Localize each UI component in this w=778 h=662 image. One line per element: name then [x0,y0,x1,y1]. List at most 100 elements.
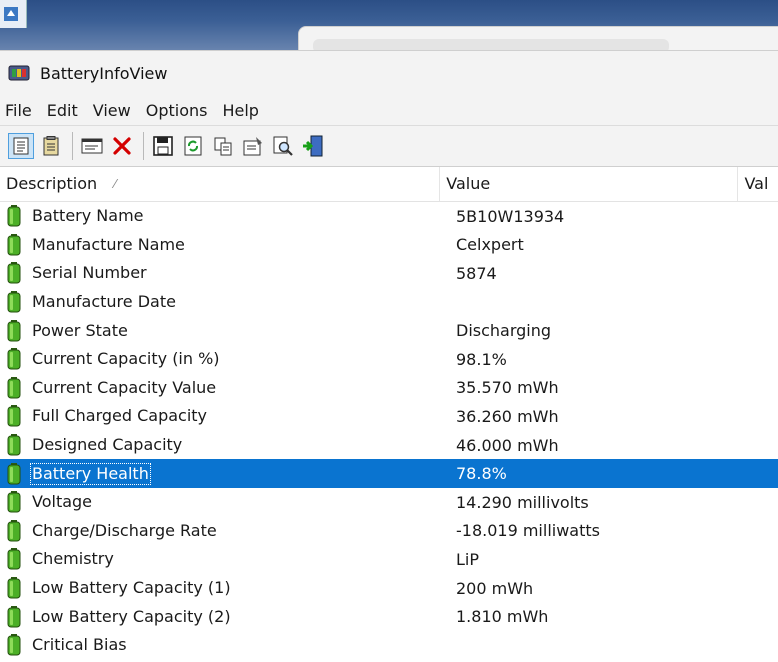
row-description-cell: Battery Health [0,459,446,488]
toolbar-separator [72,132,73,160]
row-value: 5874 [456,263,497,283]
row-description-cell: Manufacture Date [0,288,446,317]
row-value: 36.260 mWh [456,406,559,426]
window-title: BatteryInfoView [40,63,168,83]
row-value [446,288,776,317]
menu-help[interactable]: Help [216,101,267,120]
column-header-value-2[interactable]: Val [738,167,778,201]
column-header-value-2-label: Val [744,174,769,193]
battery-icon [7,205,21,227]
row-value: Discharging [456,321,552,341]
battery-icon [7,376,21,399]
find-icon[interactable] [270,133,296,159]
column-header-description-label: Description [6,174,98,193]
battery-icon [7,519,21,542]
column-header-description[interactable]: Description ⁄ [0,167,441,201]
toolbar-separator [143,132,144,160]
menu-bar: File Edit View Options Help [0,95,778,125]
row-description-cell: Current Capacity Value [0,374,446,403]
row-label: Full Charged Capacity [32,406,208,426]
table-row[interactable]: Battery Name 5B10W13934 [0,202,778,231]
row-value: Celxpert [456,235,524,255]
column-header-value-label: Value [446,174,491,193]
row-label: Battery Health [30,462,151,485]
row-label: Manufacture Date [32,292,176,312]
row-label: Designed Capacity [32,435,183,455]
column-header-value[interactable]: Value [440,167,739,201]
properties-window-icon[interactable] [79,133,105,159]
table-row[interactable]: Voltage 14.290 millivolts [0,488,778,517]
row-description-cell: Designed Capacity [0,431,446,460]
battery-icon [7,319,21,342]
row-label: Current Capacity Value [32,377,217,397]
row-description-cell: Serial Number [0,259,446,288]
row-description-cell: Current Capacity (in %) [0,345,446,374]
row-label: Serial Number [32,263,147,283]
table-row[interactable]: Manufacture Date [0,288,778,317]
menu-options[interactable]: Options [140,101,217,120]
table-row[interactable]: Manufacture Name Celxpert [0,231,778,260]
save-icon[interactable] [150,133,176,159]
list-rows: Battery Name 5B10W13934 Manufacture Name Ce… [0,202,778,660]
table-row[interactable]: Power State Discharging [0,316,778,345]
row-label: Battery Name [32,206,144,226]
table-row[interactable]: Current Capacity Value 35.570 mWh [0,374,778,403]
title-bar[interactable]: BatteryInfoView [0,51,778,95]
battery-icon [7,262,21,284]
row-label: Chemistry [32,549,114,569]
exit-icon[interactable] [300,133,326,159]
row-value: 98.1% [456,349,507,369]
row-label: Low Battery Capacity (2) [32,606,231,626]
battery-icon [7,634,21,656]
menu-edit[interactable]: Edit [41,101,87,120]
table-row[interactable]: Low Battery Capacity (1) 200 mWh [0,574,778,603]
battery-icon [7,291,21,313]
row-value: 14.290 millivolts [456,492,589,512]
row-description-cell: Critical Bias [0,631,446,660]
table-row[interactable]: Designed Capacity 46.000 mWh [0,431,778,460]
row-label: Voltage [32,492,93,512]
battery-icon [7,434,21,456]
menu-view[interactable]: View [87,101,140,120]
menu-file[interactable]: File [0,101,41,120]
row-label: Charge/Discharge Rate [32,520,217,540]
options-icon[interactable] [240,133,266,159]
battery-icon [7,233,21,256]
html-report-icon[interactable] [8,133,34,159]
battery-app-icon [8,65,30,81]
table-row[interactable]: Full Charged Capacity 36.260 mWh [0,402,778,431]
row-value: LiP [456,549,480,569]
row-description-cell: Manufacture Name [0,231,446,260]
toolbar [0,125,778,167]
table-row[interactable]: Current Capacity (in %) 98.1% [0,345,778,374]
row-label: Critical Bias [32,635,127,655]
row-value: 200 mWh [456,578,534,598]
desktop-icon[interactable] [0,0,27,28]
row-value: 46.000 mWh [456,435,559,455]
battery-icon [7,548,21,570]
row-value: 35.570 mWh [456,378,559,398]
row-label: Manufacture Name [32,234,185,254]
row-description-cell: Power State [0,316,446,345]
row-value: 1.810 mWh [456,607,549,627]
row-description-cell: Voltage [0,488,446,517]
table-row[interactable]: Charge/Discharge Rate -18.019 milliwatts [0,517,778,546]
battery-info-list[interactable]: Description ⁄ Value Val Battery Name 5B10… [0,167,778,660]
row-description-cell: Battery Name [0,202,446,231]
copy-icon[interactable] [210,133,236,159]
row-value: -18.019 milliwatts [456,521,600,541]
row-value: 78.8% [446,459,776,488]
refresh-icon[interactable] [180,133,206,159]
report-selected-icon[interactable] [38,133,64,159]
battery-icon [7,577,21,599]
table-row[interactable]: Low Battery Capacity (2) 1.810 mWh [0,602,778,631]
table-row[interactable]: Battery Health 78.8% [0,459,778,488]
table-row[interactable]: Serial Number 5874 [0,259,778,288]
delete-icon[interactable] [109,133,135,159]
row-value: 5B10W13934 [456,206,565,226]
battery-icon [7,405,21,427]
battery-icon [7,462,21,485]
table-row[interactable]: Chemistry LiP [0,545,778,574]
table-row[interactable]: Critical Bias [0,631,778,660]
row-description-cell: Charge/Discharge Rate [0,517,446,546]
